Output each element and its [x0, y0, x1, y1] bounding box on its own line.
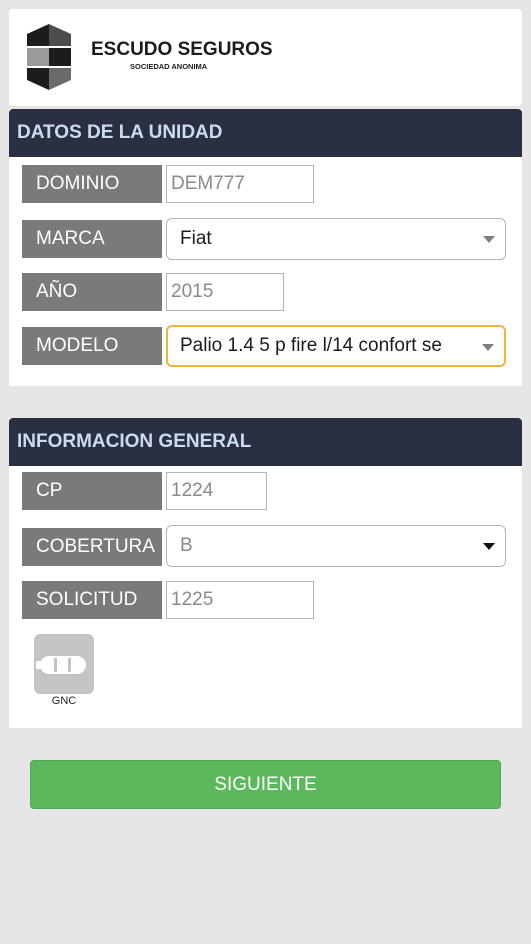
dominio-input[interactable]: DEM777	[166, 165, 314, 203]
brand-logo: ESCUDO SEGUROS SOCIEDAD ANONIMA	[23, 24, 283, 94]
modelo-label: MODELO	[22, 327, 162, 365]
chevron-down-icon	[483, 543, 495, 550]
dominio-label: DOMINIO	[22, 165, 162, 203]
gas-cylinder-icon	[36, 656, 86, 674]
cp-label: CP	[22, 472, 162, 510]
marca-select[interactable]: Fiat	[166, 218, 506, 260]
unit-section: DATOS DE LA UNIDAD DOMINIO DEM777 MARCA …	[9, 109, 522, 386]
marca-label: MARCA	[22, 220, 162, 258]
brand-subtitle: SOCIEDAD ANONIMA	[130, 62, 208, 71]
cobertura-label: COBERTURA	[22, 528, 162, 566]
general-section-title: INFORMACION GENERAL	[9, 418, 522, 466]
chevron-down-icon	[483, 236, 495, 243]
brand-name: ESCUDO SEGUROS	[91, 39, 273, 60]
cp-input[interactable]: 1224	[166, 472, 267, 510]
unit-section-title: DATOS DE LA UNIDAD	[9, 109, 522, 157]
anio-input[interactable]: 2015	[166, 273, 284, 311]
solicitud-input[interactable]: 1225	[166, 581, 314, 619]
chevron-down-icon	[482, 344, 494, 351]
gnc-label: GNC	[51, 695, 77, 707]
logo-card: ESCUDO SEGUROS SOCIEDAD ANONIMA	[9, 9, 522, 106]
marca-select-value: Fiat	[180, 228, 212, 249]
shield-logo-icon	[27, 24, 71, 90]
modelo-select-value: Palio 1.4 5 p fire l/14 confort se	[180, 335, 442, 356]
next-button[interactable]: SIGUIENTE	[30, 760, 501, 809]
anio-label: AÑO	[22, 273, 162, 311]
solicitud-label: SOLICITUD	[22, 581, 162, 619]
modelo-select[interactable]: Palio 1.4 5 p fire l/14 confort se	[166, 325, 506, 367]
general-section: INFORMACION GENERAL CP 1224 COBERTURA B …	[9, 418, 522, 728]
gnc-toggle-button[interactable]	[34, 634, 94, 694]
cobertura-select-value: B	[180, 535, 193, 556]
cobertura-select[interactable]: B	[166, 525, 506, 567]
